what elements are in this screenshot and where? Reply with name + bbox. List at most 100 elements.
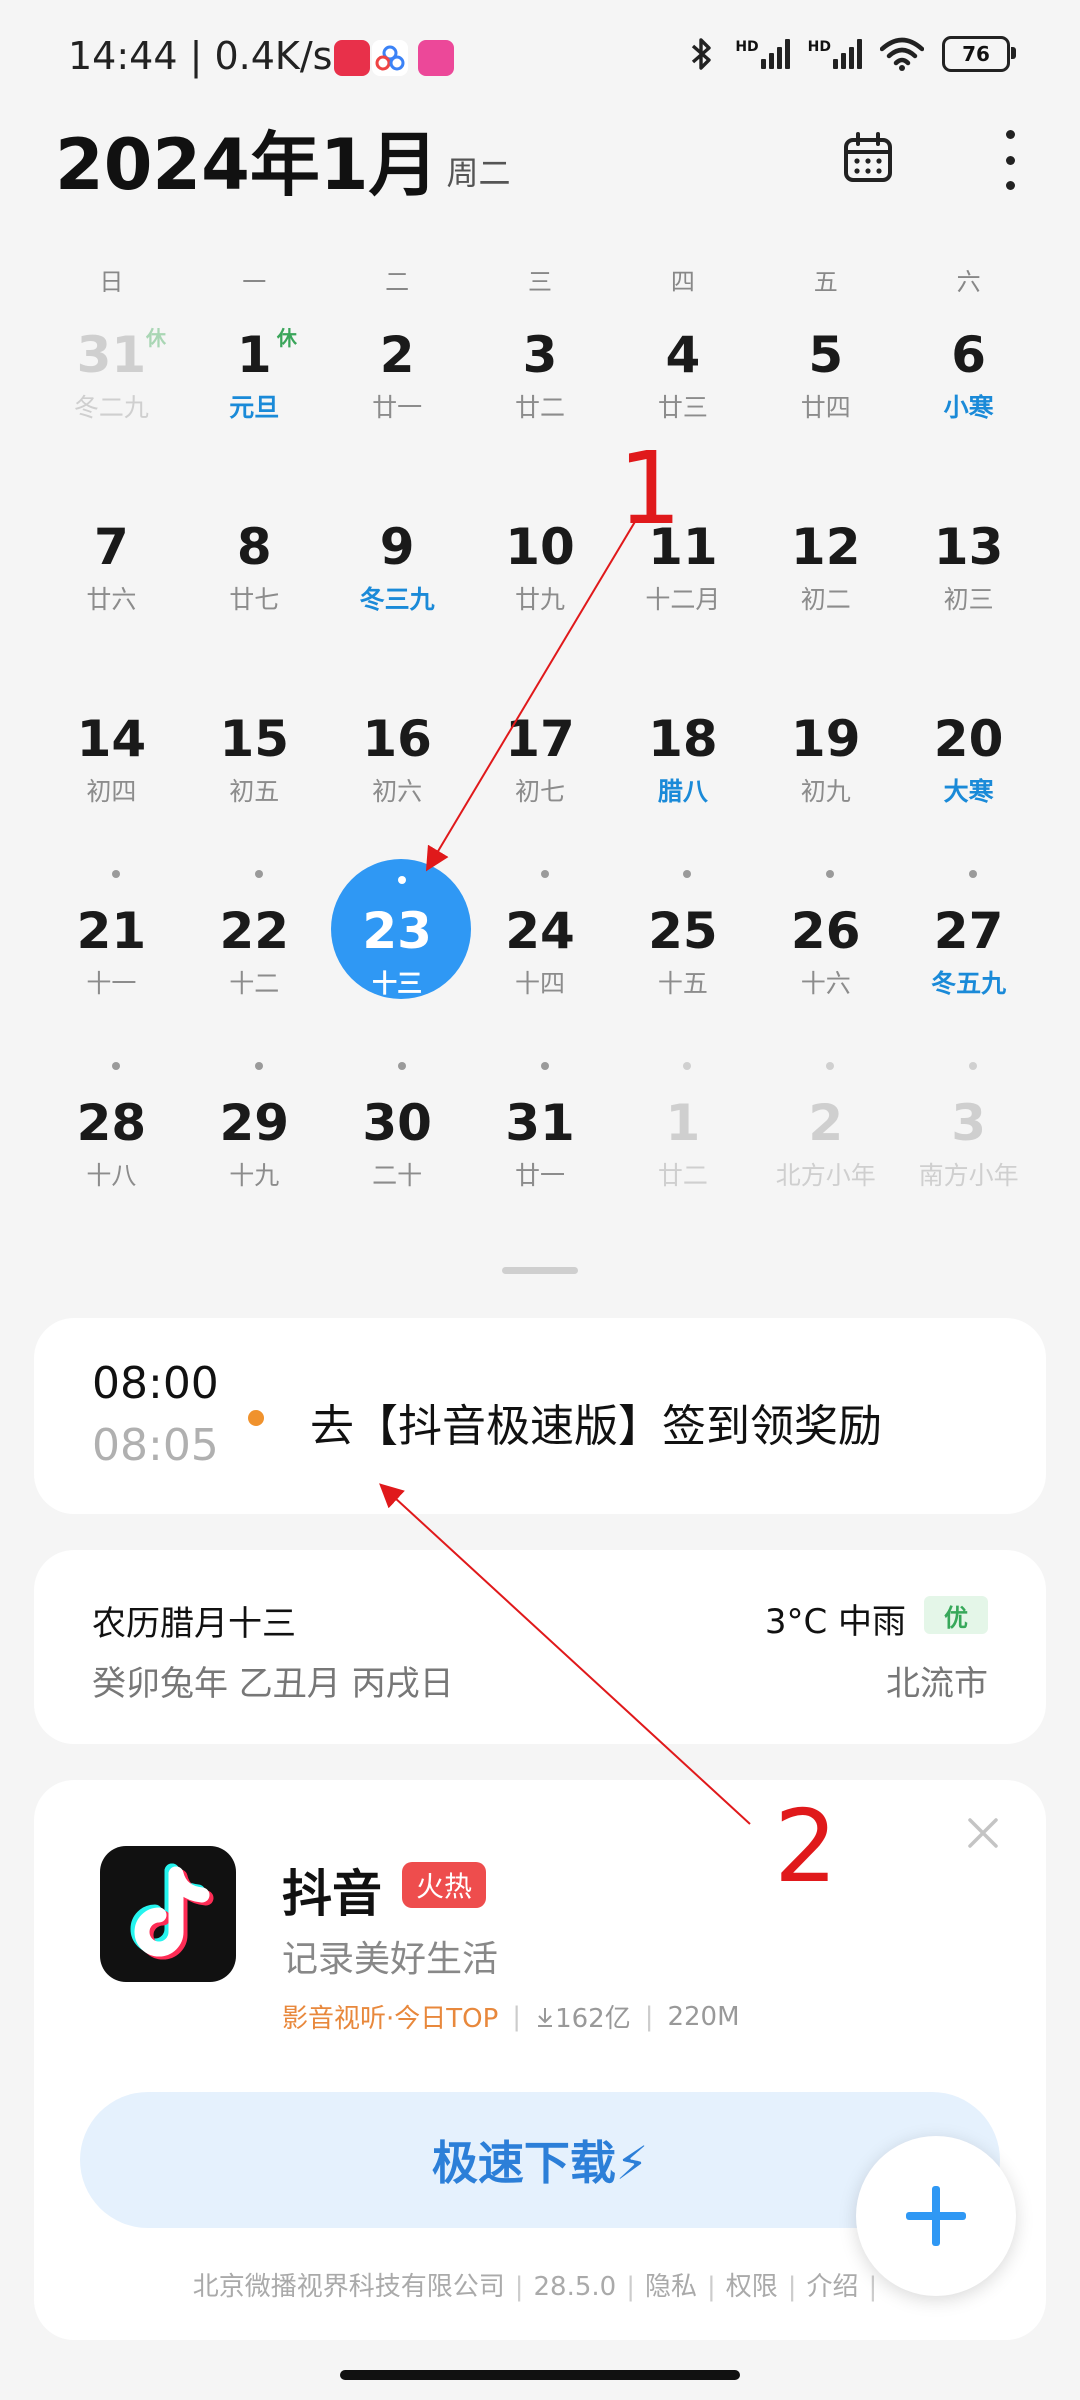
- calendar-day[interactable]: 26 十六: [754, 870, 897, 1076]
- lunar-day-label: 十二: [229, 969, 280, 998]
- calendar-day[interactable]: 13 初三: [897, 500, 1040, 692]
- day-number: 13: [933, 518, 1004, 576]
- calendar-day[interactable]: 16 初六: [326, 692, 469, 884]
- lunar-day-label: 冬三九: [359, 585, 435, 614]
- calendar-day[interactable]: 27 冬五九: [897, 870, 1040, 1076]
- calendar-day[interactable]: 29 十九: [183, 1062, 326, 1268]
- calendar-day[interactable]: 10 廿九: [469, 500, 612, 692]
- day-number: 28: [76, 1094, 147, 1152]
- event-end-time: 08:05: [92, 1420, 219, 1471]
- day-number: 18: [648, 710, 718, 768]
- lunar-day-label: 冬五九: [931, 969, 1007, 998]
- developer-name: 北京微播视界科技有限公司: [192, 2272, 505, 2302]
- event-indicator-dot: [112, 1062, 120, 1070]
- calendar-day[interactable]: 28 十八: [40, 1062, 183, 1268]
- day-number: 3: [522, 326, 558, 384]
- more-options-button[interactable]: [990, 130, 1030, 190]
- lunar-day-label: 廿一: [515, 1161, 566, 1190]
- close-ad-button[interactable]: [966, 1816, 1000, 1850]
- weekday-label: 五: [813, 268, 838, 296]
- calendar-day[interactable]: 22 十二: [183, 870, 326, 1076]
- day-number: 6: [951, 326, 986, 384]
- calendar-day[interactable]: 8 廿七: [183, 500, 326, 692]
- event-title: 去【抖音极速版】签到领奖励: [310, 1401, 882, 1452]
- day-number: 1: [665, 1094, 701, 1152]
- home-indicator[interactable]: [340, 2370, 740, 2380]
- event-indicator-dot: [254, 1062, 263, 1070]
- day-number: 15: [219, 710, 290, 768]
- status-icons: HD HD 76: [687, 36, 1016, 72]
- event-card[interactable]: 08:00 08:05 去【抖音极速版】签到领奖励: [34, 1318, 1046, 1514]
- calendar-day[interactable]: 3 廿二: [469, 308, 612, 500]
- calendar-day[interactable]: 6 小寒: [897, 308, 1040, 500]
- calendar-day[interactable]: 25 十五: [611, 870, 754, 1076]
- calendar-day[interactable]: 休 1 元旦: [183, 308, 326, 500]
- event-color-dot: [248, 1410, 264, 1426]
- more-dot-icon: [1005, 181, 1015, 190]
- calendar-day[interactable]: 31 廿一: [469, 1062, 612, 1268]
- day-number: 24: [505, 902, 575, 960]
- ad-size: 220M: [667, 2001, 740, 2032]
- weather-text: 3°C 中雨: [764, 1602, 906, 1642]
- day-number: 22: [219, 902, 290, 960]
- lunar-day-label: 初六: [372, 777, 423, 806]
- calendar-week-row: 28 十八 29 十九 30 二十 31 廿一 1 廿二 2 北方小年 3 南方小年: [40, 1062, 1040, 1268]
- lunar-day-label: 十四: [515, 969, 566, 998]
- calendar-day[interactable]: 15 初五: [183, 692, 326, 884]
- bluetooth-icon: [692, 38, 712, 70]
- calendar-day[interactable]: 30 二十: [326, 1062, 469, 1268]
- lunar-info-card[interactable]: 农历腊月十三 癸卯兔年 乙丑月 丙戌日 3°C 中雨 优 北流市: [34, 1550, 1046, 1744]
- calendar-day[interactable]: 24 十四: [469, 870, 612, 1076]
- calendar-day[interactable]: 12 初二: [754, 500, 897, 692]
- calendar-header: 2024年1月 周二: [55, 130, 511, 200]
- lunar-day-label: 十三: [372, 969, 423, 998]
- lunar-date: 农历腊月十三: [92, 1604, 296, 1644]
- calendar-day[interactable]: 休 31 冬二九: [40, 308, 183, 500]
- lunar-day-label: 二十: [372, 1161, 423, 1190]
- more-dot-icon: [1005, 155, 1015, 165]
- lunar-day-label: 十六: [800, 969, 851, 998]
- calendar-day[interactable]: 21 十一: [40, 870, 183, 1076]
- calendar-day-selected[interactable]: 23 十三: [326, 859, 471, 1076]
- calendar-icon: [844, 132, 892, 182]
- intro-link[interactable]: 介绍: [807, 2272, 859, 2302]
- calendar-day[interactable]: 3 南方小年: [897, 1062, 1040, 1268]
- current-weekday: 周二: [446, 154, 511, 192]
- cell-signal-1-icon: HD: [735, 39, 790, 69]
- calendar-day[interactable]: 9 冬三九: [326, 500, 469, 692]
- calendar-day[interactable]: 1 廿二: [611, 1062, 754, 1268]
- event-indicator-dot: [540, 870, 549, 878]
- calendar-today-button[interactable]: [840, 130, 896, 186]
- ad-slogan: 记录美好生活: [282, 1939, 499, 1980]
- lunar-day-label: 初三: [943, 585, 994, 614]
- lunar-day-label: 腊八: [657, 777, 708, 806]
- lunar-day-label: 大寒: [943, 777, 994, 806]
- lunar-day-label: 初五: [229, 777, 280, 806]
- event-indicator-dot: [112, 870, 120, 878]
- calendar-day[interactable]: 19 初九: [754, 692, 897, 884]
- day-number: 12: [790, 518, 861, 576]
- permissions-link[interactable]: 权限: [726, 2272, 778, 2302]
- calendar-day[interactable]: 5 廿四: [754, 308, 897, 500]
- day-number: 20: [933, 710, 1004, 768]
- day-number: 7: [94, 518, 129, 576]
- status-bar: 14:44 | 0.4K/s HD HD 76: [0, 0, 1080, 120]
- day-number: 19: [790, 710, 861, 768]
- calendar-day[interactable]: 2 北方小年: [754, 1062, 897, 1268]
- calendar-day[interactable]: 2 廿一: [326, 308, 469, 500]
- calendar-day[interactable]: 18 腊八: [611, 692, 754, 884]
- city-name: 北流市: [886, 1664, 988, 1704]
- lunar-day-label: 十九: [229, 1161, 280, 1190]
- drag-handle[interactable]: [502, 1267, 578, 1274]
- calendar-day[interactable]: 14 初四: [40, 692, 183, 884]
- calendar-day[interactable]: 20 大寒: [897, 692, 1040, 884]
- day-number: 31: [505, 1094, 575, 1152]
- calendar-day[interactable]: 17 初七: [469, 692, 612, 884]
- privacy-link[interactable]: 隐私: [645, 2272, 697, 2302]
- calendar-day[interactable]: 7 廿六: [40, 500, 183, 692]
- douyin-logo-icon[interactable]: [100, 1846, 236, 1982]
- month-title[interactable]: 2024年1月: [55, 130, 439, 200]
- app-version: 28.5.0: [533, 2272, 617, 2302]
- taobao-notification-icon: [334, 40, 370, 76]
- add-event-button[interactable]: [856, 2136, 1016, 2296]
